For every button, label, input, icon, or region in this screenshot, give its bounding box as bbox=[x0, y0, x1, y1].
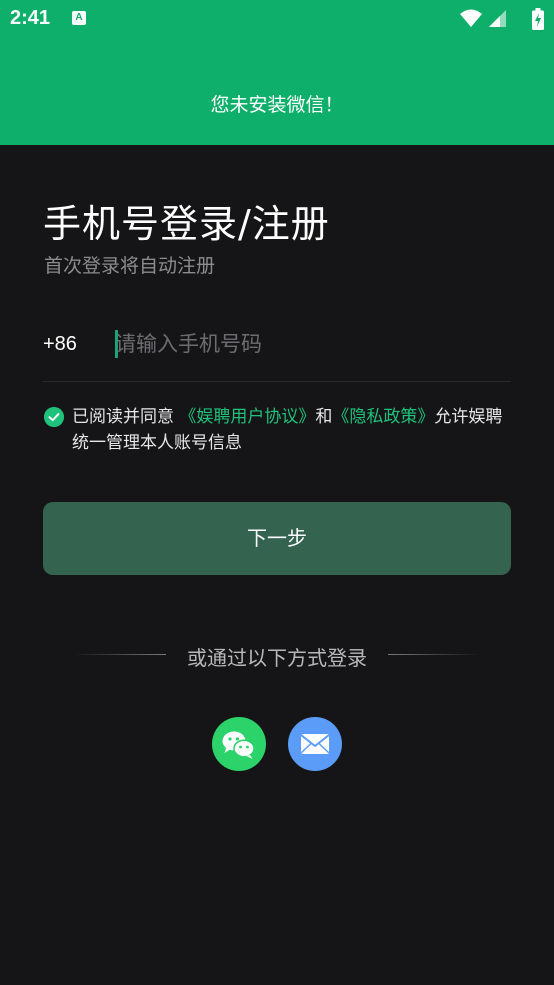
other-login-divider: 或通过以下方式登录 bbox=[0, 640, 554, 670]
email-login-button[interactable] bbox=[288, 717, 342, 771]
agreement-text: 已阅读并同意 《娱聘用户协议》和《隐私政策》允许娱聘统一管理本人账号信息 bbox=[72, 404, 517, 456]
signal-icon bbox=[489, 10, 506, 27]
top-banner: 2:41 A 您未安装微信！ bbox=[0, 0, 554, 145]
page-title: 手机号登录/注册 bbox=[43, 202, 330, 246]
user-agreement-link[interactable]: 《娱聘用户协议》 bbox=[179, 407, 315, 427]
page-subtitle: 首次登录将自动注册 bbox=[44, 255, 216, 277]
agreement-and: 和 bbox=[315, 407, 333, 427]
wechat-login-button[interactable] bbox=[212, 717, 266, 771]
app-notification-icon: A bbox=[72, 11, 86, 25]
wifi-icon bbox=[460, 9, 482, 27]
agreement-prefix: 已阅读并同意 bbox=[72, 407, 180, 427]
login-page: 2:41 A 您未安装微信！ 手机号登录/注册 首次登录将自动注册 +86 请输… bbox=[0, 0, 554, 985]
other-login-label: 或通过以下方式登录 bbox=[187, 646, 367, 670]
status-bar: 2:41 A bbox=[0, 0, 554, 38]
phone-input-row: +86 bbox=[43, 320, 511, 382]
battery-charging-icon bbox=[532, 8, 544, 30]
country-code-selector[interactable]: +86 bbox=[43, 333, 77, 356]
next-step-button[interactable]: 下一步 bbox=[43, 502, 511, 575]
agreement-checkbox-check-icon[interactable] bbox=[44, 407, 64, 427]
wechat-icon bbox=[222, 731, 255, 759]
text-cursor bbox=[115, 330, 118, 358]
toast-message: 您未安装微信！ bbox=[210, 94, 344, 116]
divider-line-right bbox=[388, 654, 480, 655]
status-time: 2:41 bbox=[10, 7, 51, 29]
mail-icon bbox=[300, 734, 330, 754]
privacy-policy-link[interactable]: 《隐私政策》 bbox=[332, 407, 434, 427]
phone-number-input[interactable] bbox=[115, 326, 505, 362]
